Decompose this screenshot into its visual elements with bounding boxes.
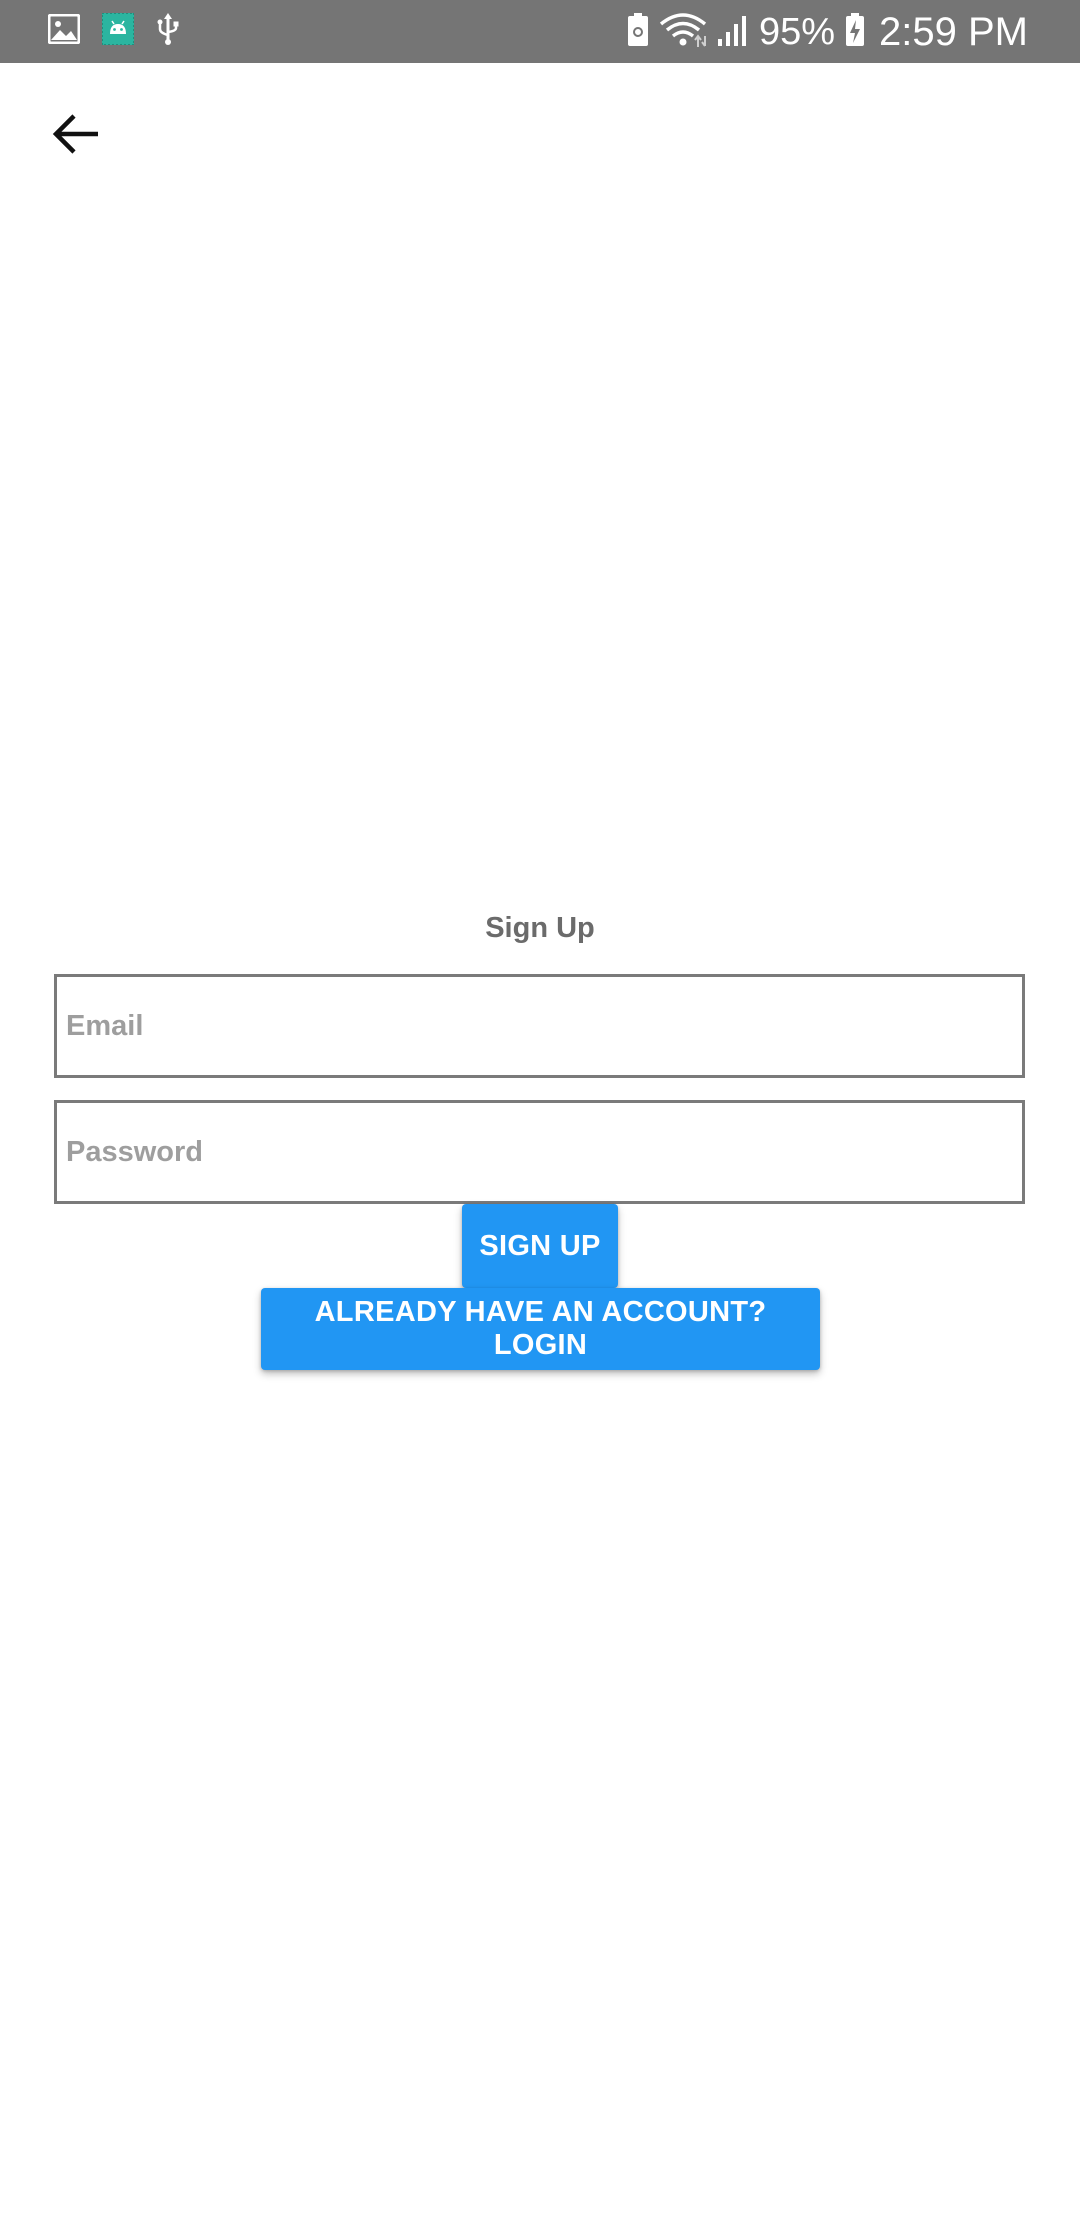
password-field[interactable] <box>54 1100 1025 1204</box>
status-right-icons: 95% 2:59 PM <box>627 8 1028 56</box>
wifi-icon <box>659 12 707 53</box>
arrow-back-icon <box>52 112 100 161</box>
email-field[interactable] <box>54 974 1025 1078</box>
android-debug-icon <box>101 11 135 50</box>
battery-percent: 95% <box>758 11 836 53</box>
sign-up-button[interactable]: SIGN UP <box>462 1204 618 1288</box>
sign-up-screen: 95% 2:59 PM Sign Up SIGN UP ALREADY HAVE… <box>0 0 1080 2220</box>
status-bar: 95% 2:59 PM <box>0 0 1080 63</box>
status-left-icons <box>47 11 180 50</box>
signal-icon <box>717 13 749 52</box>
image-icon <box>47 13 81 49</box>
usb-icon <box>156 12 180 50</box>
battery-saver-icon <box>627 12 649 52</box>
back-button[interactable] <box>40 100 112 172</box>
sign-up-title: Sign Up <box>485 912 595 944</box>
status-time: 2:59 PM <box>879 10 1028 54</box>
battery-charging-icon <box>845 12 865 52</box>
go-to-login-button[interactable]: ALREADY HAVE AN ACCOUNT? LOGIN <box>261 1288 820 1370</box>
